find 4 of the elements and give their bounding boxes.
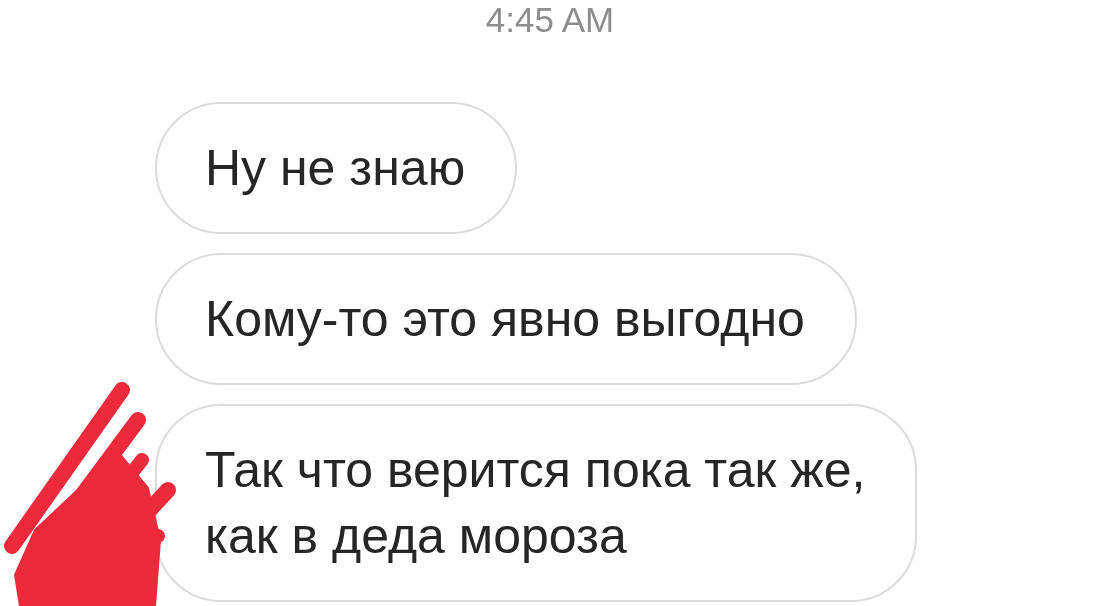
message-bubble: Так что верится пока так же, как в деда мороза	[155, 404, 918, 602]
message-bubble: Ну не знаю	[155, 102, 518, 234]
message-timestamp: 4:45 AM	[485, 0, 615, 40]
message-bubble: Кому-то это явно выгодно	[155, 253, 857, 385]
